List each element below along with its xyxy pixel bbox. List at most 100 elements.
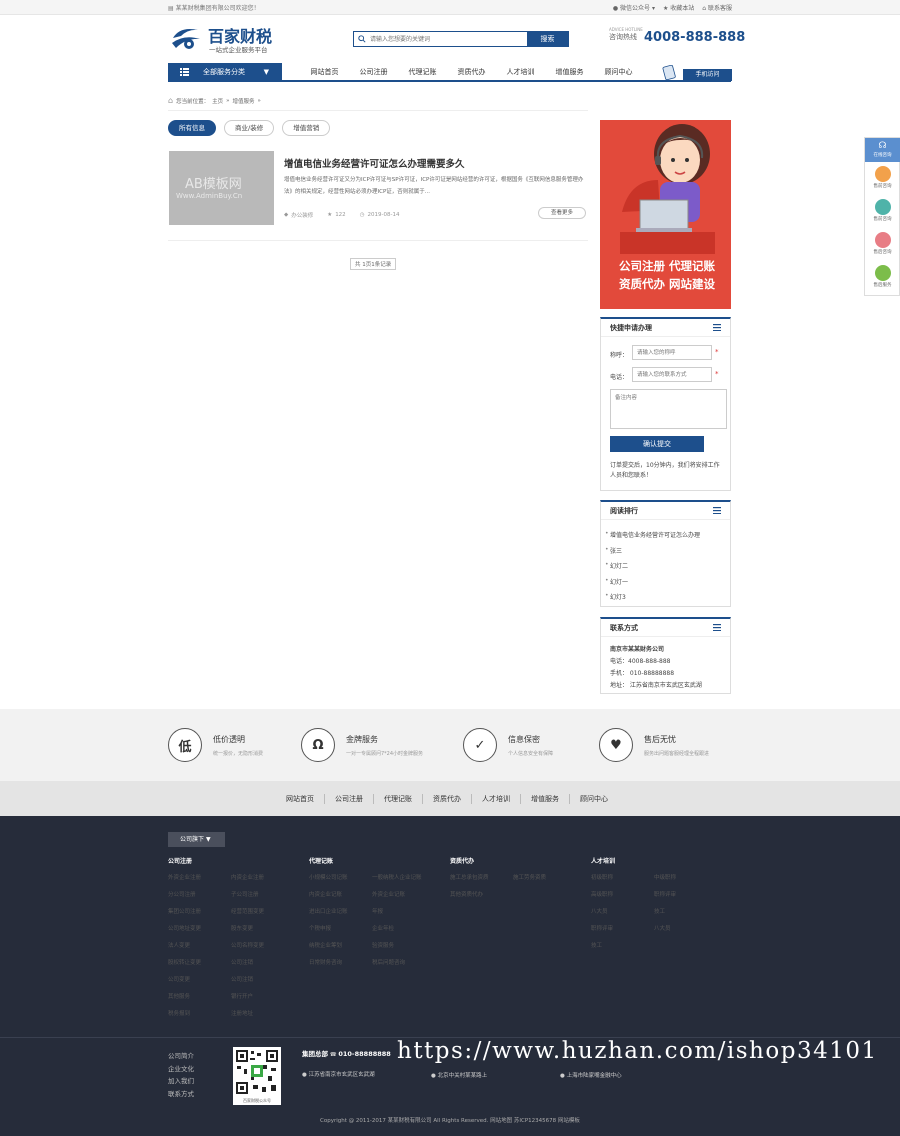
footer-link[interactable]: 施工总承包资质: [450, 873, 513, 881]
footer-about-link[interactable]: 企业文化: [168, 1063, 194, 1076]
nav-item-value-added[interactable]: 增值服务: [545, 67, 594, 77]
ranking-item[interactable]: 幻灯一: [605, 577, 700, 593]
wechat-link[interactable]: ● 微信公众号 ▾: [613, 3, 655, 12]
low-price-icon: 低: [168, 728, 202, 762]
nav-item-consultant[interactable]: 顾问中心: [594, 67, 643, 77]
presale-consult-button[interactable]: 售前咨询: [865, 197, 900, 229]
nav-item-training[interactable]: 人才培训: [496, 67, 545, 77]
nav-item-bookkeeping[interactable]: 代理记账: [398, 67, 447, 77]
feature-desc: 一对一专属顾问7*24小时金牌服务: [346, 750, 424, 757]
footer-link[interactable]: 法人变更: [168, 941, 231, 949]
footer-link[interactable]: 其他资质代办: [450, 890, 513, 898]
footer-link[interactable]: 技工: [591, 941, 654, 949]
footer-link[interactable]: 税后问题咨询: [372, 958, 435, 966]
name-input[interactable]: [632, 345, 712, 360]
footer-nav-item[interactable]: 资质代办: [422, 794, 471, 804]
footer-link[interactable]: 高级职称: [591, 890, 654, 898]
footer-link[interactable]: 经营范围变更: [231, 907, 294, 915]
footer-link[interactable]: 子公司注册: [231, 890, 294, 898]
footer-link[interactable]: 技工: [654, 907, 717, 915]
footer-link[interactable]: 八大员: [654, 924, 717, 932]
footer-link[interactable]: 施工劳务资质: [513, 873, 576, 881]
footer-link[interactable]: 企业年检: [372, 924, 435, 932]
nav-item-qualification[interactable]: 资质代办: [447, 67, 496, 77]
footer-link[interactable]: 纳税企业筹划: [309, 941, 372, 949]
footer-link[interactable]: 公司注销: [231, 975, 294, 983]
phone-input[interactable]: [632, 367, 712, 382]
ranking-item[interactable]: 幻灯3: [605, 592, 700, 608]
service-link[interactable]: ⌂ 联系客服: [702, 3, 732, 12]
footer-link[interactable]: 公司名称变更: [231, 941, 294, 949]
footer-link[interactable]: 初级职称: [591, 873, 654, 881]
tab-marketing[interactable]: 增值营销: [282, 120, 331, 136]
presale-consult-button[interactable]: 售前咨询: [865, 164, 900, 196]
post-title[interactable]: 增值电信业务经营许可证怎么办理需要多久: [284, 156, 465, 170]
footer-link[interactable]: 个税申报: [309, 924, 372, 932]
search-button[interactable]: 搜索: [527, 32, 568, 46]
note-textarea[interactable]: [610, 389, 727, 429]
nav-item-registration[interactable]: 公司注册: [349, 67, 398, 77]
footer-nav-item[interactable]: 公司注册: [324, 794, 373, 804]
breadcrumb-current[interactable]: 增值服务: [232, 97, 254, 105]
breadcrumb-home[interactable]: 主页: [212, 97, 223, 105]
subsidiaries-button[interactable]: 公司旗下 ▼: [168, 832, 225, 847]
online-consult-button[interactable]: ☊ 在线咨询: [865, 138, 900, 162]
feature-item: Ω 金牌服务 一对一专属顾问7*24小时金牌服务: [301, 728, 423, 762]
footer-link[interactable]: 公司注销: [231, 958, 294, 966]
footer-link[interactable]: 进出口企业记账: [309, 907, 372, 915]
footer-link[interactable]: 内资企业注册: [231, 873, 294, 881]
tab-business[interactable]: 商业/装修: [224, 120, 275, 136]
search-input[interactable]: [370, 33, 520, 45]
promo-banner[interactable]: 公司注册 代理记账 资质代办 网站建设: [600, 120, 731, 309]
nav-item-home[interactable]: 网站首页: [300, 67, 349, 77]
features-strip: [0, 709, 900, 781]
footer-link[interactable]: 公司地址变更: [168, 924, 231, 932]
footer-link[interactable]: 分公司注册: [168, 890, 231, 898]
footer-link[interactable]: 其他服务: [168, 992, 231, 1000]
submit-button[interactable]: 确认提交: [610, 436, 704, 452]
ranking-item[interactable]: 张三: [605, 546, 700, 562]
footer-link[interactable]: 注册地址: [231, 1009, 294, 1017]
footer-link[interactable]: 内资企业记账: [309, 890, 372, 898]
chat-icon: [874, 166, 891, 182]
post-thumbnail[interactable]: AB模板网 Www.AdminBuy.Cn: [169, 151, 274, 225]
footer-link[interactable]: 股东变更: [231, 924, 294, 932]
footer-about-link[interactable]: 联系方式: [168, 1088, 194, 1101]
all-services-menu[interactable]: 全部服务分类 ▼: [168, 63, 282, 81]
footer-nav-item[interactable]: 代理记账: [373, 794, 422, 804]
footer-link[interactable]: 年报: [372, 907, 435, 915]
footer-link[interactable]: 外资企业记账: [372, 890, 435, 898]
divider: [168, 240, 588, 241]
footer-link[interactable]: 银行开户: [231, 992, 294, 1000]
footer-link[interactable]: 税务报到: [168, 1009, 231, 1017]
tab-all[interactable]: 所有信息: [168, 120, 216, 136]
logo-icon[interactable]: [170, 24, 204, 54]
panel-title: 阅读排行: [610, 507, 638, 515]
footer-link[interactable]: 一般纳税人企业记账: [372, 873, 435, 881]
footer-about-link[interactable]: 加入我们: [168, 1075, 194, 1088]
ranking-item[interactable]: 幻灯二: [605, 561, 700, 577]
view-more-button[interactable]: 查看更多: [538, 207, 586, 219]
footer-link[interactable]: 小规模公司记账: [309, 873, 372, 881]
footer-link[interactable]: 八大员: [591, 907, 654, 915]
footer-link[interactable]: 集团公司注册: [168, 907, 231, 915]
aftersale-consult-button[interactable]: 售后咨询: [865, 230, 900, 262]
footer-about-link[interactable]: 公司简介: [168, 1050, 194, 1063]
footer-nav-item[interactable]: 网站首页: [276, 794, 324, 804]
aftersale-service-button[interactable]: 售后服务: [865, 263, 900, 295]
footer-link[interactable]: 职称评审: [654, 890, 717, 898]
floating-service-bar: ☊ 在线咨询 售前咨询 售前咨询 售后咨询 售后服务: [864, 137, 900, 296]
footer-link[interactable]: 职称评审: [591, 924, 654, 932]
ranking-item[interactable]: 增值电信业务经营许可证怎么办理: [605, 530, 700, 546]
pagination: 共 1页1条记录: [350, 258, 397, 270]
footer-nav-item[interactable]: 人才培训: [471, 794, 520, 804]
footer-nav-item[interactable]: 顾问中心: [569, 794, 618, 804]
footer-link[interactable]: 日常财务咨询: [309, 958, 372, 966]
footer-link[interactable]: 外资企业注册: [168, 873, 231, 881]
footer-link[interactable]: 中级职称: [654, 873, 717, 881]
footer-link[interactable]: 公司变更: [168, 975, 231, 983]
footer-link[interactable]: 股权转让变更: [168, 958, 231, 966]
footer-link[interactable]: 验资服务: [372, 941, 435, 949]
footer-nav-item[interactable]: 增值服务: [520, 794, 569, 804]
favorite-link[interactable]: ★ 收藏本站: [663, 3, 694, 12]
